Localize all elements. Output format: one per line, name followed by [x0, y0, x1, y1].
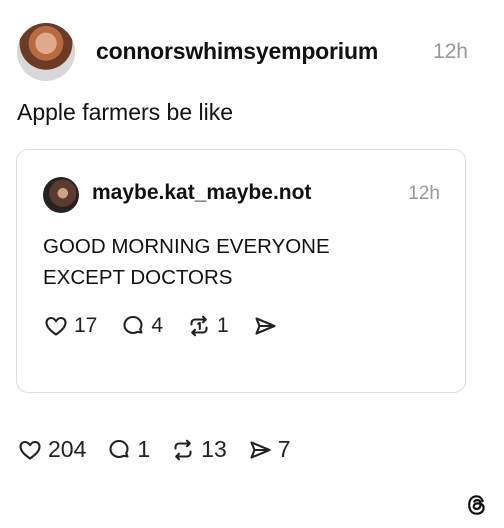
quoted-post-text: GOOD MORNING EVERYONE EXCEPT DOCTORS [43, 231, 330, 293]
share-icon [247, 437, 273, 463]
repost-icon [170, 437, 196, 463]
quoted-like-button[interactable]: 17 [43, 313, 97, 339]
quoted-post-line-1: GOOD MORNING EVERYONE [43, 235, 330, 258]
quoted-post-line-2: EXCEPT DOCTORS [43, 266, 233, 289]
comment-icon [106, 437, 132, 463]
quoted-post-card[interactable]: maybe.kat_maybe.not 12h GOOD MORNING EVE… [16, 149, 466, 393]
like-button[interactable]: 204 [17, 436, 86, 463]
quoted-post-actions: 17 4 1 [43, 313, 301, 339]
share-count: 7 [277, 436, 291, 462]
quoted-reply-count: 4 [151, 314, 164, 337]
repost-button[interactable]: 13 [170, 436, 227, 463]
post-timestamp: 12h [432, 40, 468, 63]
comment-icon [120, 313, 146, 339]
repost-count: 13 [201, 436, 227, 462]
repost-icon [186, 313, 212, 339]
like-count: 204 [48, 436, 87, 462]
author-avatar[interactable] [17, 23, 75, 81]
author-username[interactable]: connorswhimsyemporium [96, 38, 378, 65]
quoted-share-button[interactable] [252, 313, 278, 339]
post-actions: 204 1 13 7 [17, 436, 311, 463]
quoted-post-timestamp: 12h [408, 183, 440, 204]
quoted-author-avatar[interactable] [43, 177, 79, 213]
heart-icon [43, 313, 69, 339]
quoted-like-count: 17 [74, 314, 98, 337]
quoted-author-username[interactable]: maybe.kat_maybe.not [92, 181, 311, 205]
quoted-repost-count: 1 [217, 314, 229, 337]
share-icon [252, 313, 278, 339]
quoted-reply-button[interactable]: 4 [120, 313, 163, 339]
reply-count: 1 [137, 436, 151, 462]
post-text: Apple farmers be like [17, 99, 234, 125]
heart-icon [17, 437, 43, 463]
quoted-repost-button[interactable]: 1 [186, 313, 229, 339]
threads-logo-icon [464, 492, 490, 518]
reply-button[interactable]: 1 [106, 436, 150, 463]
share-button[interactable]: 7 [247, 436, 291, 463]
